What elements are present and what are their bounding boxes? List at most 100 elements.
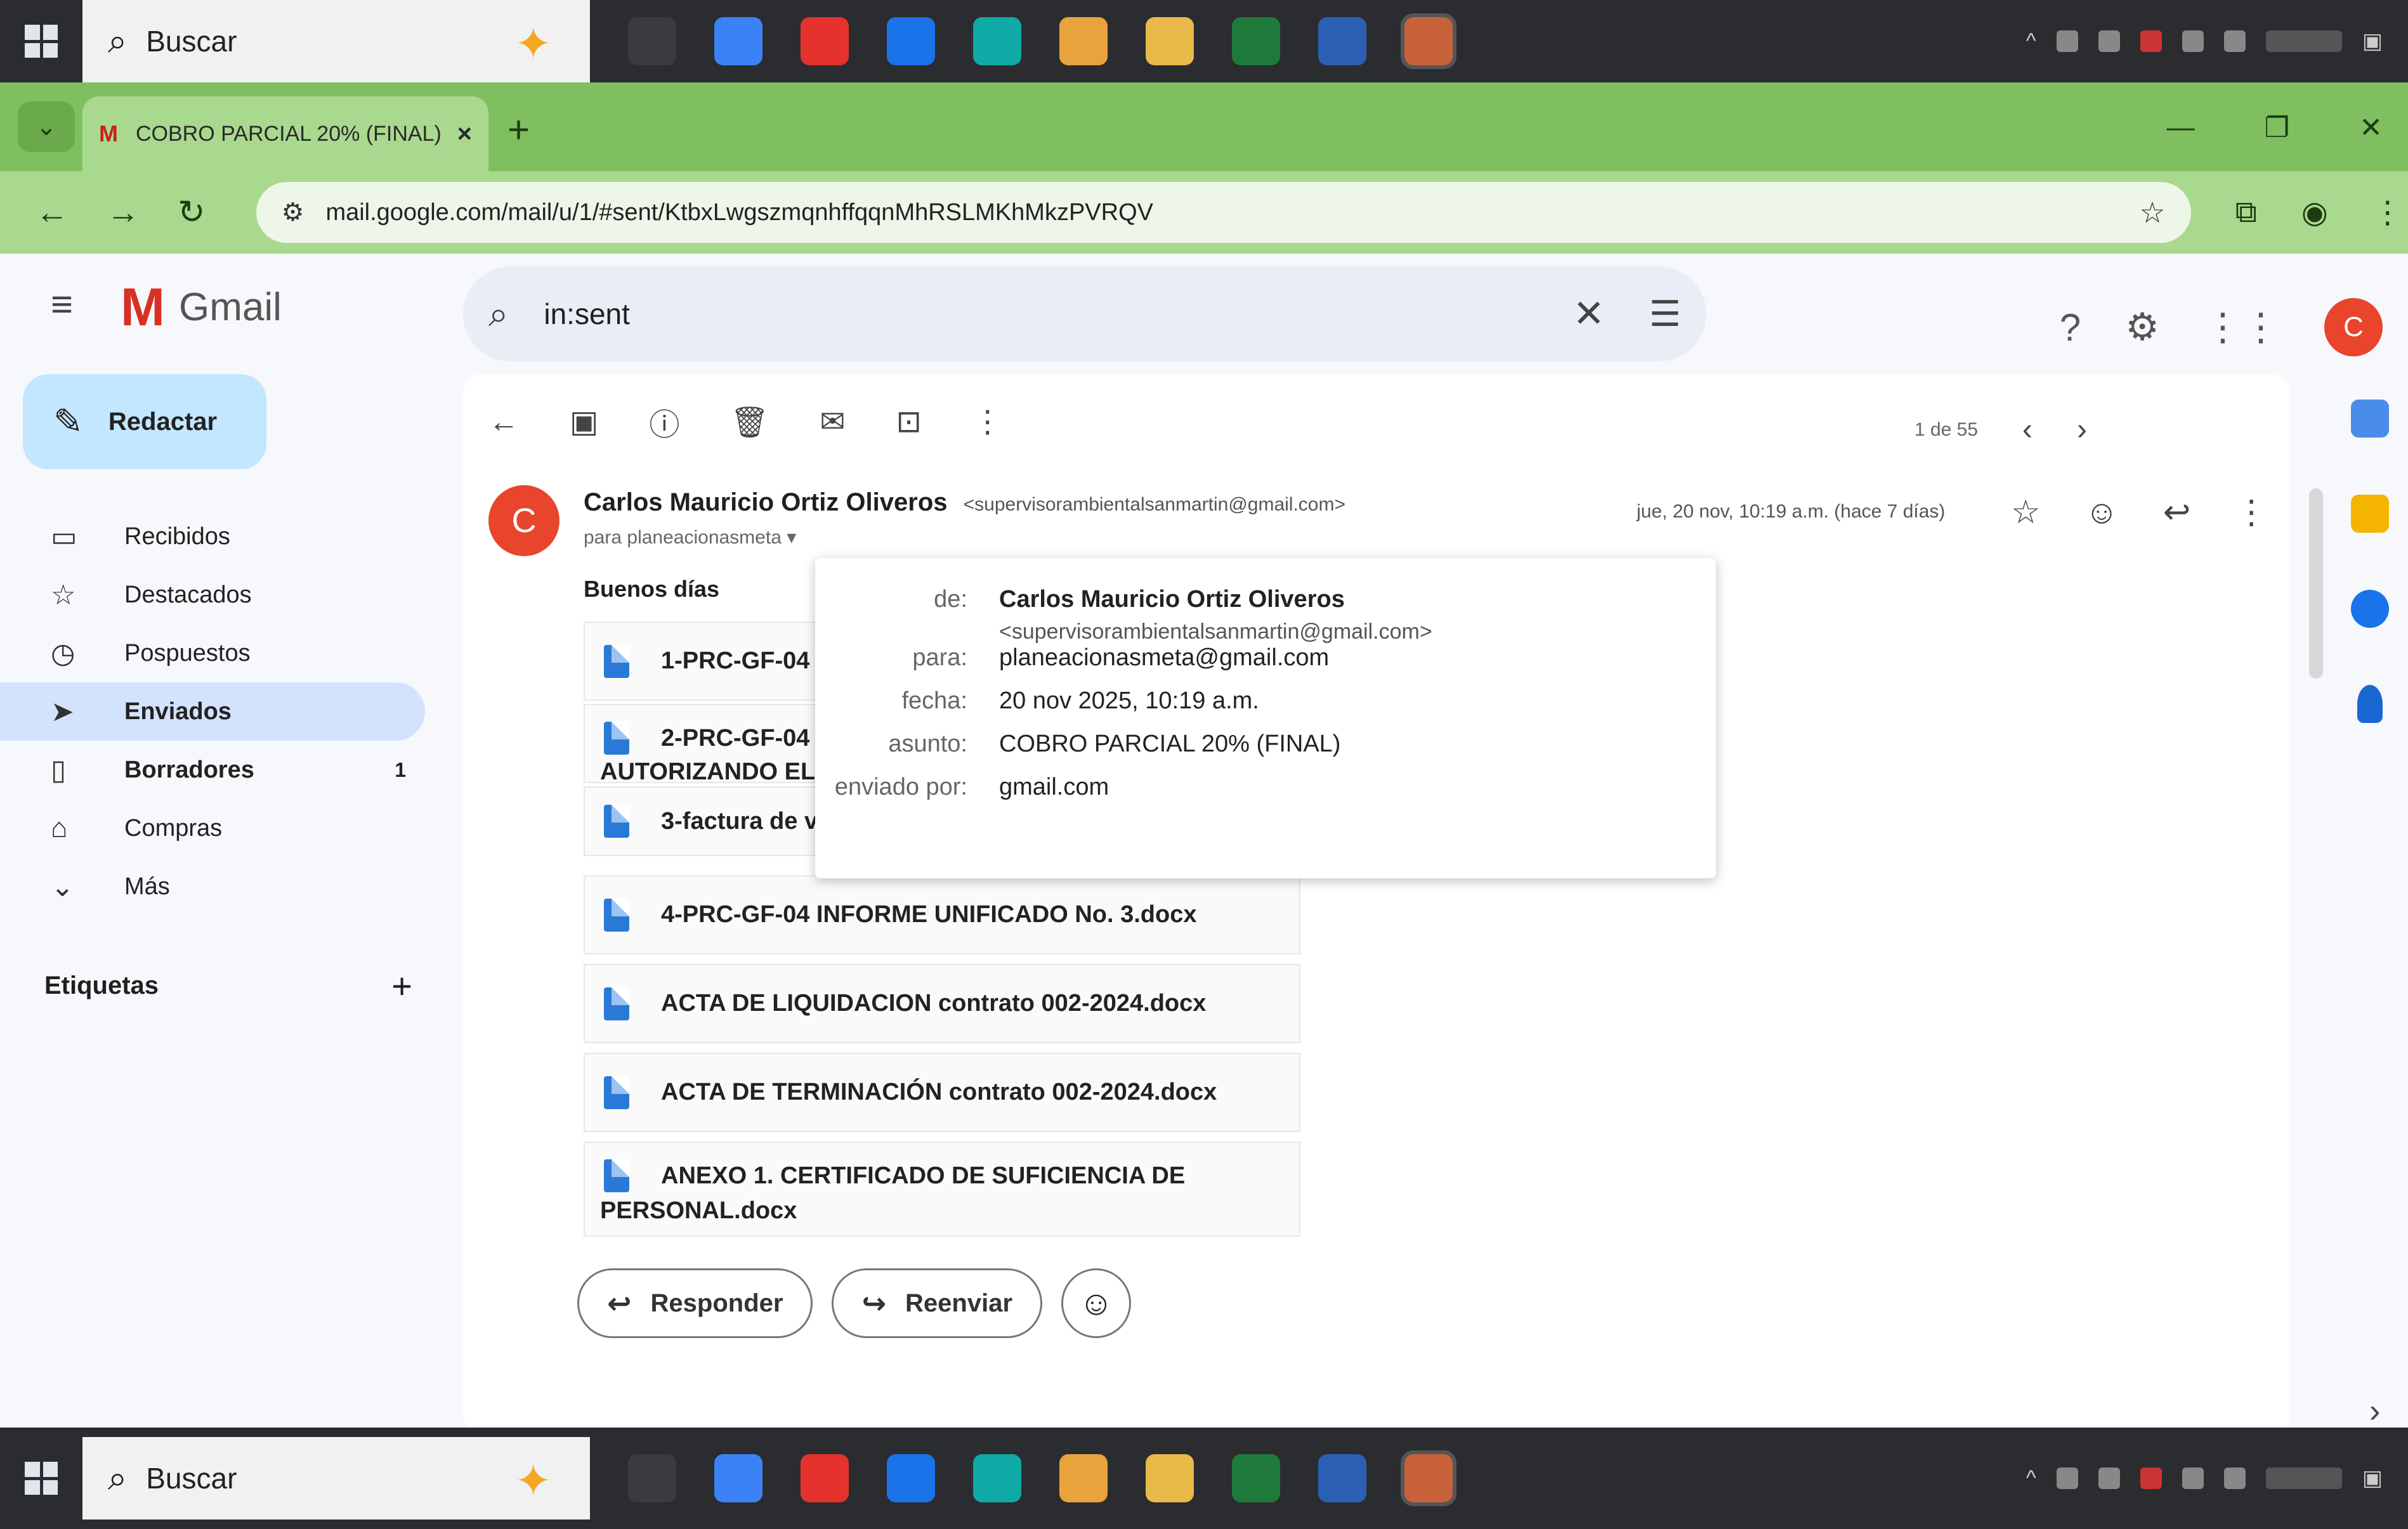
sidebar-item-enviados[interactable]: ➤ Enviados — [0, 682, 425, 741]
sidebar-item-más[interactable]: ⌄ Más — [0, 857, 431, 916]
extensions-icon[interactable]: ⧉ — [2235, 195, 2257, 230]
clear-search-icon[interactable]: ✕ — [1573, 292, 1605, 336]
back-to-list-icon[interactable]: ← — [488, 405, 519, 439]
search-input[interactable]: in:sent — [544, 297, 630, 331]
task-view-icon[interactable] — [628, 17, 676, 65]
help-icon[interactable]: ? — [2060, 306, 2081, 349]
back-arrow-icon[interactable]: ← — [36, 193, 69, 231]
tasks-icon[interactable] — [2351, 590, 2389, 628]
tab-search-button[interactable]: ⌄ — [18, 101, 75, 152]
taskbar-search[interactable]: ⌕ Buscar ✦ — [82, 1437, 590, 1519]
notifications-icon[interactable]: ▣ — [2362, 1466, 2383, 1491]
gmail-logo[interactable]: M Gmail — [121, 277, 282, 338]
tray-icon[interactable] — [2098, 30, 2120, 52]
excel-icon[interactable] — [1232, 1454, 1280, 1502]
clock[interactable] — [2265, 30, 2342, 52]
word-icon[interactable] — [1318, 1454, 1366, 1502]
network-icon[interactable] — [2182, 1467, 2204, 1489]
keep-icon[interactable] — [2351, 495, 2389, 533]
reply-icon[interactable]: ↩ — [2163, 493, 2191, 531]
notifications-icon[interactable]: ▣ — [2362, 29, 2383, 54]
more-options-icon[interactable]: ⋮ — [2235, 493, 2268, 531]
tray-icon[interactable] — [2056, 30, 2078, 52]
sidebar-item-borradores[interactable]: ▯ Borradores 1 — [0, 741, 431, 799]
search-options-icon[interactable]: ☰ — [1649, 293, 1681, 335]
chrome-icon[interactable] — [1059, 1454, 1108, 1502]
sender-avatar[interactable]: C — [488, 485, 559, 556]
attachment-item[interactable]: 4-PRC-GF-04 INFORME UNIFICADO No. 3.docx — [584, 875, 1300, 954]
main-menu-icon[interactable]: ≡ — [51, 282, 73, 326]
forward-button[interactable]: ↪ Reenviar — [832, 1268, 1043, 1338]
chrome-icon[interactable] — [1059, 17, 1108, 65]
store-icon[interactable] — [1401, 13, 1456, 69]
file-explorer-icon[interactable] — [1146, 17, 1194, 65]
move-to-icon[interactable]: ⊡ — [896, 404, 922, 439]
edge-icon[interactable] — [973, 17, 1021, 65]
task-view-icon[interactable] — [628, 1454, 676, 1502]
copilot-icon[interactable] — [714, 17, 762, 65]
browser-menu-icon[interactable]: ⋮ — [2372, 195, 2403, 230]
close-window-icon[interactable]: ✕ — [2359, 112, 2383, 144]
emoji-reaction-button[interactable]: ☺ — [1061, 1268, 1132, 1338]
windows-start-button[interactable] — [0, 0, 82, 82]
taskbar-search[interactable]: ⌕ Buscar ✦ — [82, 0, 590, 82]
delete-icon[interactable]: 🗑 — [730, 404, 769, 440]
chevron-left-icon[interactable]: ‹ — [2022, 412, 2032, 447]
restore-icon[interactable]: ❐ — [2265, 112, 2289, 144]
new-tab-button[interactable]: + — [507, 108, 530, 152]
attachment-item[interactable]: ACTA DE TERMINACIÓN contrato 002-2024.do… — [584, 1053, 1300, 1132]
copilot-icon[interactable] — [714, 1454, 762, 1502]
star-icon[interactable]: ☆ — [2011, 493, 2041, 531]
attachment-item[interactable]: ANEXO 1. CERTIFICADO DE SUFICIENCIA DE P… — [584, 1142, 1300, 1237]
recipient-line[interactable]: para planeacionasmeta ▾ — [584, 526, 796, 549]
site-info-icon[interactable]: ⚙ — [282, 198, 304, 227]
mail-search-bar[interactable]: ⌕ in:sent ✕ ☰ — [463, 266, 1706, 361]
reload-icon[interactable]: ↻ — [178, 193, 206, 231]
sidebar-item-compras[interactable]: ⌂ Compras — [0, 799, 431, 857]
sender-name[interactable]: Carlos Mauricio Ortiz Oliveros — [584, 488, 948, 516]
minimize-icon[interactable]: — — [2167, 112, 2195, 144]
address-bar[interactable]: ⚙ mail.google.com/mail/u/1/#sent/KtbxLwg… — [256, 182, 2191, 243]
contacts-icon[interactable] — [2357, 685, 2383, 723]
archive-icon[interactable]: ▣ — [570, 404, 598, 439]
word-icon[interactable] — [1318, 17, 1366, 65]
add-label-icon[interactable]: + — [391, 965, 412, 1006]
opera-icon[interactable] — [801, 1454, 849, 1502]
reply-button[interactable]: ↩ Responder — [577, 1268, 813, 1338]
compose-button[interactable]: ✎ Redactar — [23, 374, 266, 469]
tray-icon[interactable] — [2056, 1467, 2078, 1489]
file-explorer-icon[interactable] — [1146, 1454, 1194, 1502]
apps-grid-icon[interactable]: ⋮⋮ — [2204, 305, 2280, 349]
account-avatar[interactable]: C — [2324, 298, 2383, 356]
more-options-icon[interactable]: ⋮ — [972, 404, 1003, 439]
outlook-icon[interactable] — [887, 17, 935, 65]
excel-icon[interactable] — [1232, 17, 1280, 65]
sidebar-item-destacados[interactable]: ☆ Destacados — [0, 566, 431, 624]
outlook-icon[interactable] — [887, 1454, 935, 1502]
attachment-item[interactable]: ACTA DE LIQUIDACION contrato 002-2024.do… — [584, 964, 1300, 1043]
forward-arrow-icon[interactable]: → — [107, 193, 140, 231]
mark-unread-icon[interactable]: ✉ — [820, 404, 845, 439]
settings-gear-icon[interactable]: ⚙ — [2125, 305, 2159, 349]
volume-icon[interactable] — [2223, 1467, 2246, 1489]
store-icon[interactable] — [1401, 1450, 1456, 1506]
network-icon[interactable] — [2182, 30, 2204, 52]
caret-down-icon[interactable]: ▾ — [787, 527, 796, 548]
opera-icon[interactable] — [801, 17, 849, 65]
clock[interactable] — [2265, 1467, 2342, 1489]
sidebar-item-recibidos[interactable]: ▭ Recibidos — [0, 507, 431, 566]
scrollbar-thumb[interactable] — [2309, 488, 2323, 679]
chevron-up-icon[interactable]: ^ — [2026, 29, 2036, 54]
chevron-right-icon[interactable]: › — [2077, 412, 2087, 447]
expand-panel-icon[interactable]: › — [2369, 1392, 2380, 1430]
tray-icon[interactable] — [2140, 1467, 2162, 1489]
tab-close-icon[interactable]: × — [457, 120, 472, 148]
calendar-icon[interactable] — [2351, 400, 2389, 438]
emoji-reaction-icon[interactable]: ☺ — [2085, 493, 2119, 531]
chevron-up-icon[interactable]: ^ — [2026, 1466, 2036, 1491]
report-spam-icon[interactable]: ⓘ — [649, 400, 679, 444]
volume-icon[interactable] — [2223, 30, 2246, 52]
tray-icon[interactable] — [2140, 30, 2162, 52]
bookmark-star-icon[interactable]: ☆ — [2139, 195, 2165, 230]
edge-icon[interactable] — [973, 1454, 1021, 1502]
